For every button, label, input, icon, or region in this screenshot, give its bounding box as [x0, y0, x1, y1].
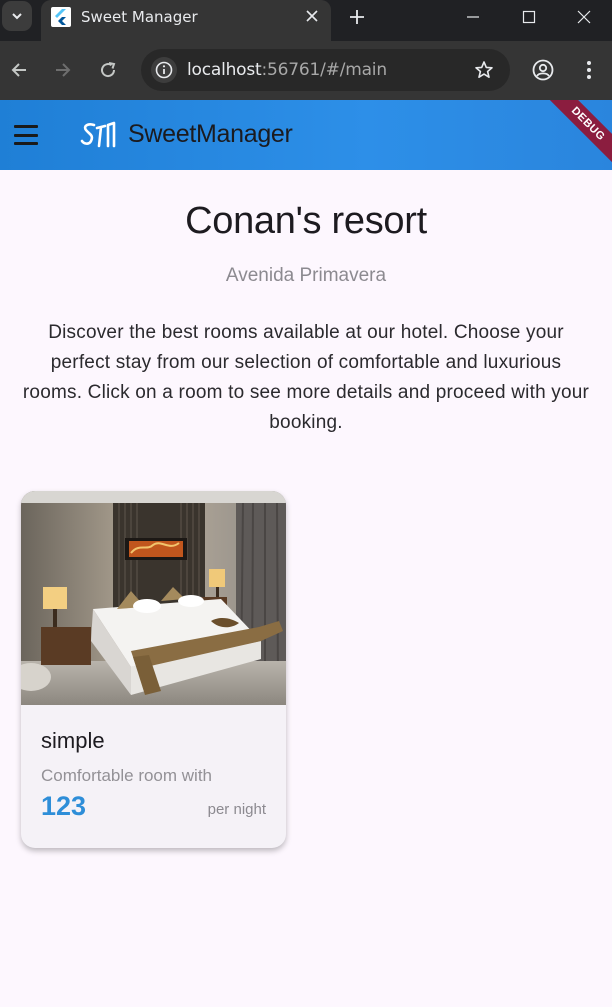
- room-photo: [21, 491, 286, 705]
- close-icon: [577, 10, 591, 23]
- sweet-manager-logo-icon: [80, 121, 116, 148]
- room-description: Comfortable room with: [41, 766, 213, 785]
- tab-close-button[interactable]: [301, 5, 323, 27]
- hotel-name: Conan's resort: [185, 200, 427, 242]
- browser-toolbar: localhost:56761/#/main: [0, 41, 612, 100]
- arrow-right-icon: [56, 63, 71, 77]
- window-close-button[interactable]: [556, 0, 612, 33]
- flutter-favicon-icon: [51, 7, 71, 27]
- forward-button[interactable]: [48, 55, 78, 85]
- back-button[interactable]: [4, 55, 34, 85]
- room-price: 123: [41, 791, 87, 821]
- reload-button[interactable]: [93, 55, 123, 85]
- profile-icon: [532, 59, 554, 81]
- minimize-button[interactable]: [445, 0, 501, 33]
- bookmark-star-icon[interactable]: [472, 58, 496, 82]
- maximize-button[interactable]: [501, 0, 557, 33]
- url-path: :56761/#/main: [261, 60, 388, 80]
- minimize-icon: [467, 15, 479, 18]
- tab-search-button[interactable]: [2, 1, 32, 31]
- new-tab-button[interactable]: [344, 4, 370, 30]
- more-vert-icon: [587, 61, 591, 79]
- arrow-left-icon: [11, 63, 26, 77]
- debug-banner: DEBUG: [538, 100, 612, 170]
- maximize-icon: [522, 10, 536, 23]
- browser-menu-button[interactable]: [574, 55, 604, 85]
- profile-button[interactable]: [528, 55, 558, 85]
- room-title: simple: [41, 728, 105, 753]
- room-price-unit: per night: [207, 801, 266, 818]
- hotel-description: Discover the best rooms available at our…: [22, 322, 590, 433]
- reload-icon: [101, 62, 116, 78]
- address-bar[interactable]: localhost:56761/#/main: [141, 49, 510, 91]
- hamburger-menu-icon[interactable]: [12, 122, 40, 148]
- url-text: localhost:56761/#/main: [187, 60, 387, 80]
- site-info-icon[interactable]: [151, 57, 177, 83]
- chevron-down-icon: [12, 13, 22, 20]
- close-icon: [306, 10, 318, 22]
- brand-name: SweetManager: [128, 120, 293, 148]
- hotel-address: Avenida Primavera: [225, 265, 387, 286]
- app-bar: SweetManager DEBUG: [0, 100, 612, 170]
- browser-titlebar: Sweet Manager: [0, 0, 612, 41]
- browser-tab[interactable]: Sweet Manager: [41, 0, 331, 41]
- plus-icon: [350, 10, 364, 24]
- tab-title: Sweet Manager: [81, 8, 198, 26]
- url-host: localhost: [187, 60, 262, 80]
- room-card[interactable]: simple Comfortable room with 123 per nig…: [21, 491, 286, 848]
